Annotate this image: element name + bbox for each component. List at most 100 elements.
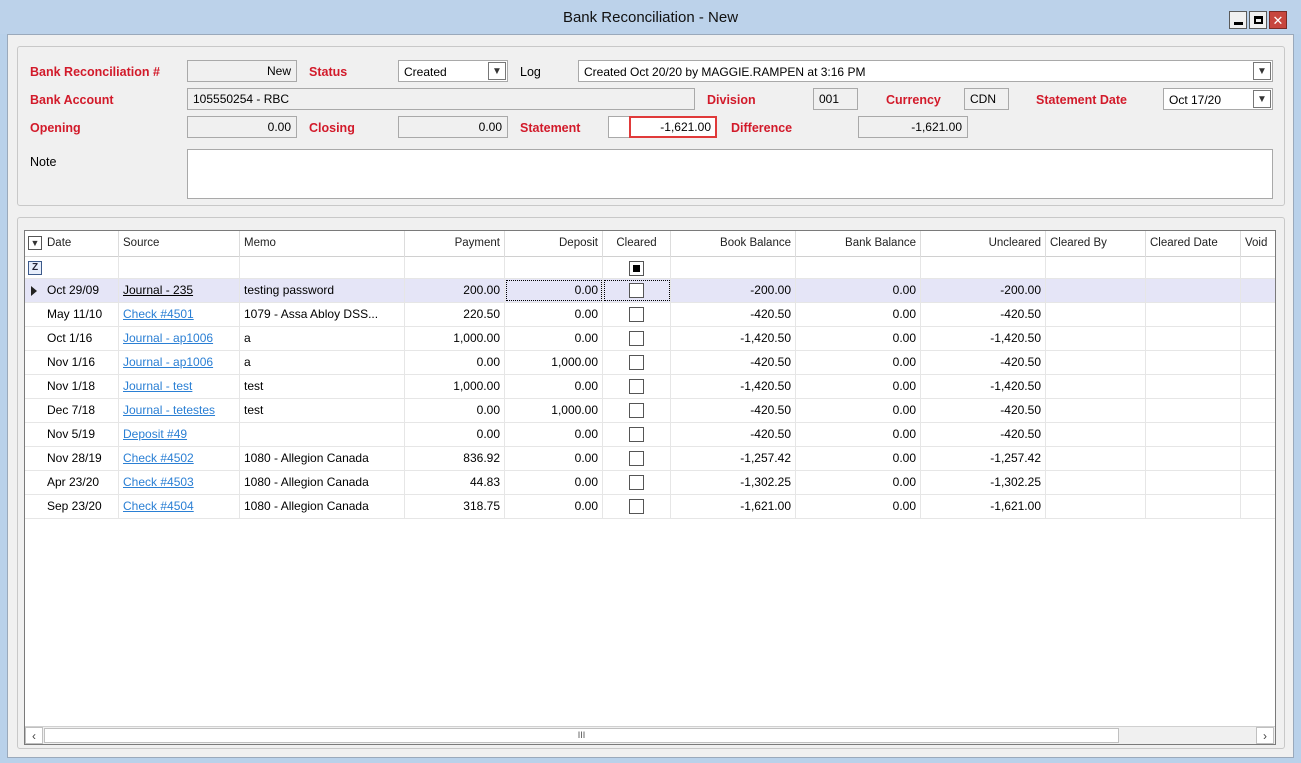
- cell-deposit: 1,000.00: [505, 399, 603, 422]
- cell-cleared[interactable]: [603, 375, 671, 398]
- column-cleared[interactable]: Cleared: [603, 231, 671, 257]
- scroll-thumb[interactable]: III: [44, 728, 1119, 743]
- table-row[interactable]: Apr 23/20 Check #4503 1080 - Allegion Cana…: [25, 471, 1275, 495]
- source-link[interactable]: Journal - tetestes: [123, 403, 215, 417]
- chevron-down-icon[interactable]: ▼: [28, 236, 42, 250]
- cell-bank: 0.00: [796, 279, 921, 302]
- source-link[interactable]: Journal - 235: [123, 283, 193, 297]
- cleared-checkbox[interactable]: [629, 283, 644, 298]
- cleared-checkbox[interactable]: [629, 379, 644, 394]
- scroll-right-button[interactable]: ›: [1256, 727, 1274, 744]
- column-payment[interactable]: Payment: [405, 231, 505, 257]
- cleared-checkbox[interactable]: [629, 331, 644, 346]
- log-select[interactable]: Created Oct 20/20 by MAGGIE.RAMPEN at 3:…: [578, 60, 1273, 82]
- table-row[interactable]: Oct 1/16 Journal - ap1006 a 1,000.00 0.00 -1,…: [25, 327, 1275, 351]
- scroll-grip: III: [577, 730, 586, 740]
- table-row[interactable]: Nov 28/19 Check #4502 1080 - Allegion Cana…: [25, 447, 1275, 471]
- filter-bank[interactable]: [796, 257, 921, 278]
- status-select[interactable]: Created ▼: [398, 60, 508, 82]
- cell-source: Journal - ap1006: [119, 351, 240, 374]
- column-cleared-date[interactable]: Cleared Date: [1146, 231, 1241, 257]
- statement-amount-field[interactable]: -1,621.00: [629, 116, 717, 138]
- filter-cleared-date[interactable]: [1146, 257, 1241, 278]
- bank-account-field[interactable]: 105550254 - RBC: [187, 88, 695, 110]
- filter-date[interactable]: [25, 257, 119, 278]
- filter-payment[interactable]: [405, 257, 505, 278]
- header-panel: Bank Reconciliation # New Status Created…: [17, 46, 1285, 206]
- chevron-down-icon[interactable]: ▼: [1253, 90, 1271, 108]
- statement-date-picker[interactable]: Oct 17/20 ▼: [1163, 88, 1273, 110]
- filter-memo[interactable]: [240, 257, 405, 278]
- cell-memo: a: [240, 327, 405, 350]
- column-bank-balance[interactable]: Bank Balance: [796, 231, 921, 257]
- filter-void[interactable]: [1241, 257, 1275, 278]
- cell-cleared[interactable]: [603, 447, 671, 470]
- column-uncleared[interactable]: Uncleared: [921, 231, 1046, 257]
- chevron-down-icon[interactable]: ▼: [1253, 62, 1271, 80]
- note-field[interactable]: [187, 149, 1273, 199]
- table-row[interactable]: Nov 5/19 Deposit #49 0.00 0.00 -420.50 0.00 -4…: [25, 423, 1275, 447]
- filter-source[interactable]: [119, 257, 240, 278]
- source-link[interactable]: Deposit #49: [123, 427, 187, 441]
- table-row[interactable]: Dec 7/18 Journal - tetestes test 0.00 1,000.…: [25, 399, 1275, 423]
- source-link[interactable]: Journal - test: [123, 379, 192, 393]
- cell-cleared[interactable]: [603, 423, 671, 446]
- cell-cleared-date: [1146, 423, 1241, 446]
- cell-book: -1,420.50: [671, 375, 796, 398]
- horizontal-scrollbar[interactable]: ‹ III ›: [25, 726, 1275, 744]
- cleared-checkbox[interactable]: [629, 403, 644, 418]
- cell-payment: 200.00: [405, 279, 505, 302]
- filter-uncleared[interactable]: [921, 257, 1046, 278]
- column-cleared-by[interactable]: Cleared By: [1046, 231, 1146, 257]
- column-book-balance[interactable]: Book Balance: [671, 231, 796, 257]
- scroll-left-button[interactable]: ‹: [25, 727, 43, 744]
- cleared-checkbox[interactable]: [629, 307, 644, 322]
- cell-cleared[interactable]: [603, 303, 671, 326]
- chevron-down-icon[interactable]: ▼: [488, 62, 506, 80]
- filter-cleared-checkbox[interactable]: [629, 261, 644, 276]
- cell-cleared[interactable]: [603, 495, 671, 518]
- source-link[interactable]: Journal - ap1006: [123, 355, 213, 369]
- cell-cleared[interactable]: [603, 399, 671, 422]
- close-button[interactable]: ✕: [1269, 11, 1287, 29]
- currency-field[interactable]: CDN: [964, 88, 1009, 110]
- cleared-checkbox[interactable]: [629, 427, 644, 442]
- cleared-checkbox[interactable]: [629, 451, 644, 466]
- table-row[interactable]: Nov 1/18 Journal - test test 1,000.00 0.00 -1…: [25, 375, 1275, 399]
- source-link[interactable]: Check #4503: [123, 475, 194, 489]
- cell-cleared[interactable]: [603, 351, 671, 374]
- cell-date: Nov 1/18: [25, 375, 119, 398]
- statement-label: Statement: [520, 121, 581, 135]
- column-void[interactable]: Void: [1241, 231, 1275, 257]
- cleared-checkbox[interactable]: [629, 355, 644, 370]
- column-source[interactable]: Source: [119, 231, 240, 257]
- source-link[interactable]: Check #4501: [123, 307, 194, 321]
- column-memo[interactable]: Memo: [240, 231, 405, 257]
- source-link[interactable]: Check #4502: [123, 451, 194, 465]
- division-field[interactable]: 001: [813, 88, 858, 110]
- table-row[interactable]: Sep 23/20 Check #4504 1080 - Allegion Cana…: [25, 495, 1275, 519]
- table-row[interactable]: Oct 29/09 Journal - 235 testing password 20…: [25, 279, 1275, 303]
- statement-field-left[interactable]: [608, 116, 630, 138]
- minimize-button[interactable]: [1229, 11, 1247, 29]
- source-link[interactable]: Journal - ap1006: [123, 331, 213, 345]
- cleared-checkbox[interactable]: [629, 499, 644, 514]
- cleared-checkbox[interactable]: [629, 475, 644, 490]
- status-value: Created: [404, 65, 447, 79]
- column-date[interactable]: ▼ Date: [25, 231, 119, 257]
- cell-cleared[interactable]: [603, 279, 671, 302]
- cell-book: -420.50: [671, 399, 796, 422]
- cell-cleared[interactable]: [603, 471, 671, 494]
- table-row[interactable]: May 11/10 Check #4501 1079 - Assa Abloy DS…: [25, 303, 1275, 327]
- filter-book[interactable]: [671, 257, 796, 278]
- maximize-button[interactable]: [1249, 11, 1267, 29]
- filter-deposit[interactable]: [505, 257, 603, 278]
- column-deposit[interactable]: Deposit: [505, 231, 603, 257]
- cell-void: [1241, 495, 1275, 518]
- filter-cleared[interactable]: [603, 257, 671, 278]
- source-link[interactable]: Check #4504: [123, 499, 194, 513]
- cell-memo: a: [240, 351, 405, 374]
- table-row[interactable]: Nov 1/16 Journal - ap1006 a 0.00 1,000.00 -42…: [25, 351, 1275, 375]
- cell-cleared[interactable]: [603, 327, 671, 350]
- filter-cleared-by[interactable]: [1046, 257, 1146, 278]
